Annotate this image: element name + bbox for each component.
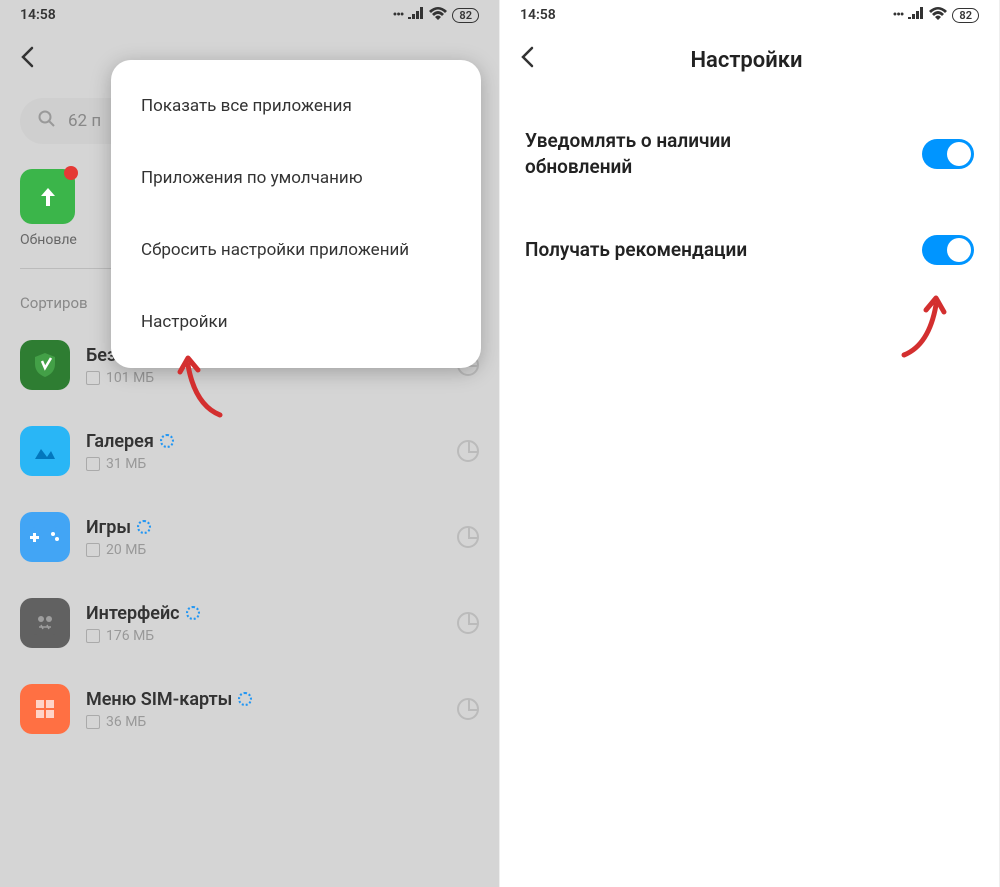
- search-icon: [38, 110, 56, 132]
- app-size: 101 МБ: [86, 370, 421, 386]
- status-bar: 14:58 ••• 82: [0, 0, 499, 30]
- status-bar: 14:58 ••• 82: [500, 0, 999, 30]
- battery-indicator: 82: [952, 8, 979, 23]
- app-name: Меню SIM-карты: [86, 689, 421, 710]
- chip-icon: [86, 715, 100, 729]
- context-menu: Показать все приложения Приложения по ум…: [111, 60, 481, 368]
- signal-icon: [408, 7, 424, 23]
- interface-icon: [20, 598, 70, 648]
- setting-label: Получать рекомендации: [525, 237, 747, 263]
- app-info: Игры 20 МБ: [86, 517, 421, 558]
- status-time: 14:58: [520, 7, 556, 23]
- app-size: 31 МБ: [86, 456, 421, 472]
- battery-indicator: 82: [452, 8, 479, 23]
- setting-label: Уведомлять о наличии обновлений: [525, 128, 835, 179]
- toggle-switch[interactable]: [922, 235, 974, 265]
- cell-dots-icon: •••: [393, 8, 404, 23]
- toggle-switch[interactable]: [922, 139, 974, 169]
- back-button[interactable]: [520, 41, 544, 79]
- app-name: Интерфейс: [86, 603, 421, 624]
- app-name: Галерея: [86, 431, 421, 452]
- status-right: ••• 82: [893, 7, 979, 24]
- chip-icon: [86, 629, 100, 643]
- cell-dots-icon: •••: [893, 8, 904, 23]
- app-size: 176 МБ: [86, 628, 421, 644]
- app-row[interactable]: Галерея 31 МБ: [20, 408, 479, 494]
- menu-settings[interactable]: Настройки: [111, 286, 481, 358]
- wifi-icon: [429, 7, 447, 24]
- storage-chart-icon: [457, 612, 479, 634]
- menu-reset-app-settings[interactable]: Сбросить настройки приложений: [111, 214, 481, 286]
- chip-icon: [86, 457, 100, 471]
- status-right: ••• 82: [393, 7, 479, 24]
- app-list: Безопасность 101 МБ Галерея 31 МБ: [0, 322, 499, 752]
- app-row[interactable]: Меню SIM-карты 36 МБ: [20, 666, 479, 752]
- updates-card[interactable]: [20, 169, 75, 224]
- gallery-icon: [20, 426, 70, 476]
- search-text: 62 п: [68, 111, 101, 131]
- storage-chart-icon: [457, 698, 479, 720]
- security-icon: [20, 340, 70, 390]
- app-info: Меню SIM-карты 36 МБ: [86, 689, 421, 730]
- back-button[interactable]: [20, 41, 44, 79]
- app-size: 36 МБ: [86, 714, 421, 730]
- sim-icon: [20, 684, 70, 734]
- loading-icon: [137, 520, 151, 534]
- phone-screen-right: 14:58 ••• 82 Настройки Уведомлять о нали…: [500, 0, 1000, 887]
- menu-default-apps[interactable]: Приложения по умолчанию: [111, 142, 481, 214]
- loading-icon: [160, 434, 174, 448]
- setting-get-recommendations[interactable]: Получать рекомендации: [525, 207, 974, 293]
- app-row[interactable]: Игры 20 МБ: [20, 494, 479, 580]
- signal-icon: [908, 7, 924, 23]
- header: Настройки: [500, 30, 999, 90]
- app-info: Галерея 31 МБ: [86, 431, 421, 472]
- chip-icon: [86, 371, 100, 385]
- chip-icon: [86, 543, 100, 557]
- storage-chart-icon: [457, 526, 479, 548]
- loading-icon: [186, 606, 200, 620]
- setting-notify-updates[interactable]: Уведомлять о наличии обновлений: [525, 100, 974, 207]
- wifi-icon: [929, 7, 947, 24]
- status-time: 14:58: [20, 7, 56, 23]
- notification-badge: [64, 166, 78, 180]
- storage-chart-icon: [457, 440, 479, 462]
- phone-screen-left: 14:58 ••• 82 62 п Обновле: [0, 0, 500, 887]
- page-title: Настройки: [544, 48, 949, 73]
- app-name: Игры: [86, 517, 421, 538]
- app-info: Интерфейс 176 МБ: [86, 603, 421, 644]
- menu-show-all-apps[interactable]: Показать все приложения: [111, 70, 481, 142]
- app-row[interactable]: Интерфейс 176 МБ: [20, 580, 479, 666]
- games-icon: [20, 512, 70, 562]
- loading-icon: [238, 692, 252, 706]
- app-size: 20 МБ: [86, 542, 421, 558]
- settings-list: Уведомлять о наличии обновлений Получать…: [500, 90, 999, 303]
